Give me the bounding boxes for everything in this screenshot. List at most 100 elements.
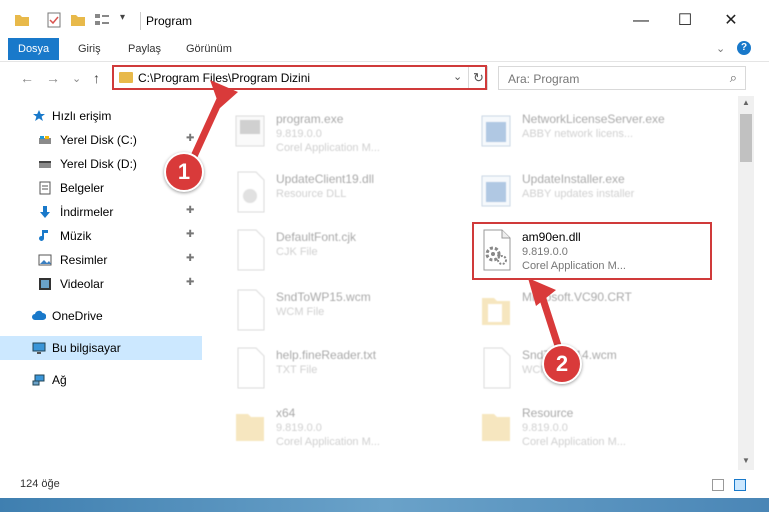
file-item[interactable]: help.fineReader.txt TXT File bbox=[232, 342, 472, 398]
scroll-down-icon[interactable]: ▼ bbox=[738, 456, 754, 470]
recent-locations-button[interactable]: ⌄ bbox=[72, 72, 81, 85]
file-description: ABBY updates installer bbox=[522, 188, 635, 200]
file-description: Corel Application M... bbox=[276, 436, 380, 448]
customize-toolbar-icon[interactable]: ▾ bbox=[120, 12, 136, 28]
up-button[interactable]: ↑ bbox=[93, 70, 100, 86]
tab-home[interactable]: Giriş bbox=[68, 38, 111, 60]
close-button[interactable]: ✕ bbox=[716, 8, 746, 34]
tab-view[interactable]: Görünüm bbox=[176, 38, 242, 60]
file-name: Microsoft.VC90.CRT bbox=[522, 290, 632, 304]
file-version: 9.819.0.0 bbox=[276, 128, 322, 140]
sidebar-item-label: Müzik bbox=[60, 229, 92, 243]
computer-icon bbox=[32, 342, 46, 354]
view-options-icon[interactable] bbox=[94, 12, 110, 28]
file-name: DefaultFont.cjk bbox=[276, 230, 357, 244]
file-item[interactable]: NetworkLicenseServer.exe ABBY network li… bbox=[478, 106, 718, 162]
scroll-up-icon[interactable]: ▲ bbox=[738, 98, 754, 112]
network-icon bbox=[32, 374, 45, 386]
file-item[interactable]: Resource 9.819.0.0 Corel Application M..… bbox=[478, 400, 718, 456]
scroll-thumb[interactable] bbox=[740, 114, 752, 162]
sidebar-item-onedrive[interactable]: OneDrive bbox=[0, 304, 202, 328]
sidebar-item-label: OneDrive bbox=[52, 309, 103, 323]
address-highlight bbox=[112, 65, 487, 90]
sidebar-item-downloads[interactable]: İndirmeler ✚ bbox=[0, 200, 202, 224]
search-box[interactable]: Ara: Program ⌕ bbox=[498, 66, 746, 90]
sidebar-item-videos[interactable]: Videolar ✚ bbox=[0, 272, 202, 296]
large-icons-view-icon[interactable] bbox=[734, 479, 746, 491]
title-bar: ▾ Program — ☐ ✕ bbox=[0, 0, 769, 40]
sidebar-item-label: Videolar bbox=[60, 277, 104, 291]
star-icon bbox=[33, 110, 45, 121]
details-view-icon[interactable] bbox=[712, 479, 724, 491]
pin-icon: ✚ bbox=[186, 277, 195, 288]
file-icon bbox=[237, 229, 265, 271]
new-folder-icon[interactable] bbox=[70, 12, 86, 28]
cloud-icon bbox=[32, 310, 46, 320]
file-list: program.exe 9.819.0.0 Corel Application … bbox=[202, 96, 738, 470]
file-icon bbox=[237, 347, 265, 389]
download-icon bbox=[40, 206, 50, 218]
file-version: 9.819.0.0 bbox=[522, 422, 568, 434]
ribbon-tabs: Dosya Giriş Paylaş Görünüm ⌄ bbox=[0, 38, 769, 62]
folder-icon bbox=[236, 414, 264, 441]
file-item[interactable]: SndToWP15.wcm WCM File bbox=[232, 284, 472, 340]
file-description: Corel Application M... bbox=[522, 436, 626, 448]
callout-2: 2 bbox=[542, 344, 582, 384]
file-item[interactable]: UpdateInstaller.exe ABBY updates install… bbox=[478, 166, 718, 222]
window-title: Program bbox=[146, 14, 193, 28]
tab-share[interactable]: Paylaş bbox=[118, 38, 171, 60]
music-icon bbox=[39, 230, 48, 241]
search-icon[interactable]: ⌕ bbox=[730, 70, 737, 86]
drive-icon bbox=[39, 161, 51, 168]
tab-file[interactable]: Dosya bbox=[8, 38, 60, 60]
file-description: Resource DLL bbox=[276, 188, 347, 200]
sidebar-item-label: Bu bilgisayar bbox=[52, 341, 121, 355]
sidebar-item-local-disk-c[interactable]: Yerel Disk (C:) ✚ bbox=[0, 128, 202, 152]
pin-icon: ✚ bbox=[186, 133, 195, 144]
file-item[interactable]: UpdateClient19.dll Resource DLL bbox=[232, 166, 472, 222]
pin-icon: ✚ bbox=[186, 205, 195, 216]
properties-icon[interactable] bbox=[46, 12, 62, 28]
status-bar: 124 öğe bbox=[0, 470, 769, 498]
file-item[interactable]: SndToWP14.wcm WCM File bbox=[478, 342, 718, 398]
sidebar-item-label: Hızlı erişim bbox=[52, 109, 112, 123]
file-name: UpdateInstaller.exe bbox=[522, 172, 625, 186]
drive-icon bbox=[39, 136, 51, 144]
forward-button[interactable]: → bbox=[46, 70, 60, 86]
videos-icon bbox=[39, 278, 51, 290]
folder-icon bbox=[482, 414, 510, 441]
folder-icon bbox=[14, 12, 30, 28]
sidebar-item-quick-access[interactable]: Hızlı erişim bbox=[0, 104, 202, 128]
minimize-button[interactable]: — bbox=[626, 8, 656, 34]
sidebar-item-network[interactable]: Ağ bbox=[0, 368, 202, 392]
maximize-button[interactable]: ☐ bbox=[670, 8, 700, 34]
vertical-scrollbar[interactable]: ▲ ▼ bbox=[738, 96, 754, 470]
file-item[interactable]: x64 9.819.0.0 Corel Application M... bbox=[232, 400, 472, 456]
back-button[interactable]: ← bbox=[20, 70, 34, 86]
item-count: 124 öğe bbox=[20, 478, 60, 490]
file-name: help.fineReader.txt bbox=[276, 348, 377, 362]
sidebar-item-this-pc[interactable]: Bu bilgisayar bbox=[0, 336, 202, 360]
exe-icon bbox=[481, 115, 511, 147]
file-name: x64 bbox=[276, 406, 296, 420]
folder-icon bbox=[482, 298, 510, 325]
pictures-icon bbox=[38, 254, 52, 266]
ribbon-expand-icon[interactable]: ⌄ bbox=[716, 42, 725, 55]
sidebar-item-label: Yerel Disk (C:) bbox=[60, 133, 137, 147]
documents-icon bbox=[39, 181, 51, 195]
sidebar-item-music[interactable]: Müzik ✚ bbox=[0, 224, 202, 248]
help-icon[interactable]: ? bbox=[737, 41, 751, 55]
file-description: ABBY network licens... bbox=[522, 128, 634, 140]
file-item[interactable]: Microsoft.VC90.CRT bbox=[478, 284, 718, 340]
sidebar-item-label: Resimler bbox=[60, 253, 108, 267]
dll-icon bbox=[237, 171, 265, 213]
file-item[interactable]: program.exe 9.819.0.0 Corel Application … bbox=[232, 106, 472, 162]
file-highlight bbox=[472, 222, 712, 280]
exe-icon bbox=[481, 175, 511, 207]
pin-icon: ✚ bbox=[186, 253, 195, 264]
sidebar-item-pictures[interactable]: Resimler ✚ bbox=[0, 248, 202, 272]
file-name: SndToWP15.wcm bbox=[276, 290, 371, 304]
file-icon bbox=[483, 347, 511, 389]
file-item[interactable]: DefaultFont.cjk CJK File bbox=[232, 224, 472, 280]
search-placeholder: Ara: Program bbox=[508, 72, 580, 86]
